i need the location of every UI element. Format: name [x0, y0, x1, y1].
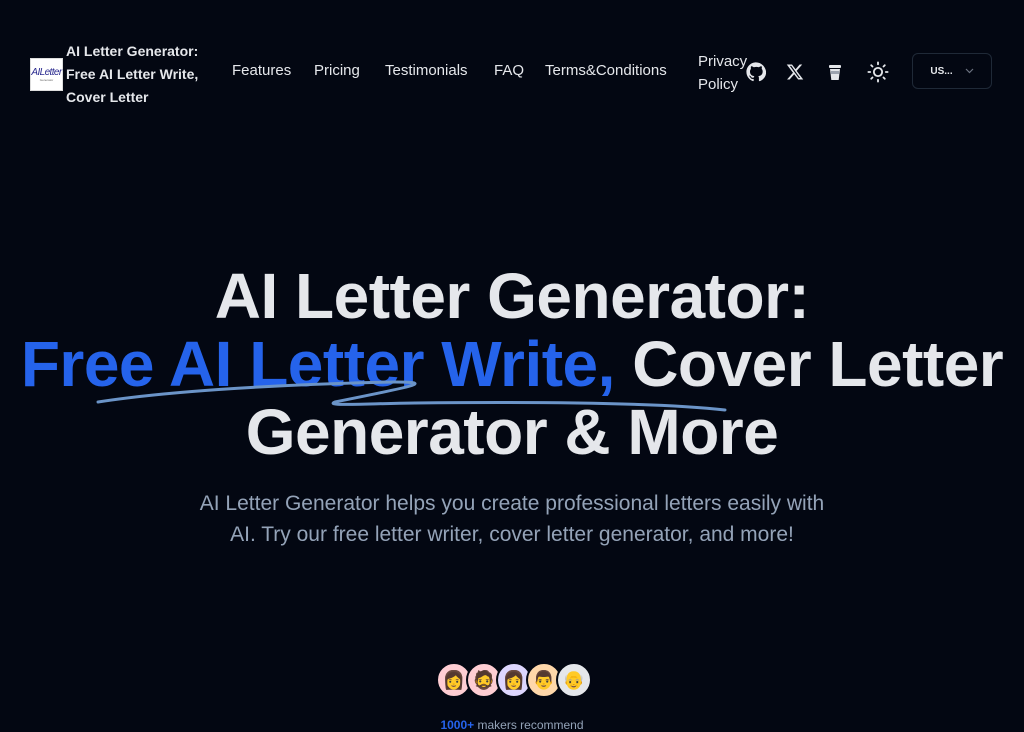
nav-pricing[interactable]: Pricing [314, 62, 360, 79]
logo: AILetter Generator [30, 58, 63, 91]
logo-text: AILetter [31, 66, 62, 78]
coffee-cup-icon[interactable] [823, 60, 847, 84]
nav-testimonials[interactable]: Testimonials [385, 62, 468, 79]
github-icon[interactable] [744, 60, 768, 84]
x-twitter-icon[interactable] [783, 60, 807, 84]
language-select[interactable]: US... [912, 53, 992, 89]
logo-subtext: Generator [39, 77, 54, 82]
avatar-group: 👩 🧔 👩 👨 👴 [436, 662, 592, 698]
avatar: 👴 [556, 662, 592, 698]
chevron-down-icon [965, 66, 974, 77]
language-value: US... [930, 65, 953, 77]
nav-terms[interactable]: Terms&Conditions [545, 62, 667, 79]
brand-link[interactable]: AILetter Generator AI Letter Generator: … [30, 40, 226, 109]
hero-title: AI Letter Generator: Free AI Letter Writ… [0, 262, 1024, 466]
theme-sun-icon[interactable] [866, 60, 890, 84]
site-header: AILetter Generator AI Letter Generator: … [0, 0, 1024, 145]
nav-faq[interactable]: FAQ [494, 62, 524, 79]
nav-features[interactable]: Features [232, 62, 291, 79]
hero-subtitle: AI Letter Generator helps you create pro… [199, 492, 825, 546]
hero-title-accent: Free AI Letter Write, [20, 328, 616, 400]
brand-title: AI Letter Generator: Free AI Letter Writ… [66, 43, 199, 105]
hero-title-line1: AI Letter Generator: [214, 260, 810, 332]
nav-privacy-policy[interactable]: Privacy Policy [698, 50, 748, 96]
